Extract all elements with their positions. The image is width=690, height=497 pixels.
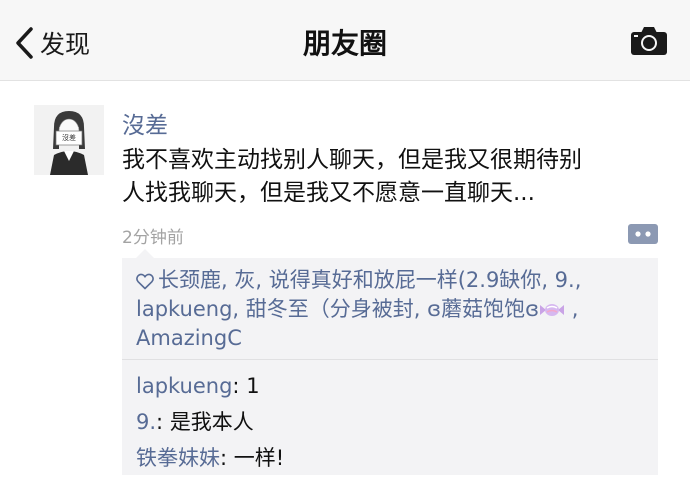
page-title: 朋友圈 <box>302 27 387 60</box>
comment-author[interactable]: lapkueng <box>136 374 232 398</box>
like-separator: , <box>413 297 428 321</box>
comment-text: 1 <box>246 374 260 398</box>
comment-author[interactable]: 铁拳妹妹 <box>136 446 220 470</box>
interaction-box: 长颈鹿, 灰, 说得真好和放屁一样(2.9缺你, 9., lapkueng, 甜… <box>122 249 658 476</box>
like-user[interactable]: 灰 <box>234 268 255 292</box>
avatar-sign-text: 沒差 <box>62 134 76 142</box>
post-text-line: 我不喜欢主动找别人聊天，但是我又很期待别 <box>122 147 582 173</box>
like-user[interactable]: ɞ蘑菇饱饱ɞ <box>427 297 539 321</box>
navigation-bar: 发现 朋友圈 <box>0 0 690 81</box>
like-separator: , <box>221 268 235 292</box>
comment-item[interactable]: lapkueng: 1 <box>136 368 651 404</box>
divider <box>122 359 658 360</box>
like-separator: , <box>565 297 579 321</box>
like-user[interactable]: AmazingC <box>136 326 242 350</box>
comment-item[interactable]: 铁拳妹妹: 一样! <box>136 440 651 476</box>
likes-line: 长颈鹿, 灰, 说得真好和放屁一样(2.9缺你, 9., <box>136 266 651 295</box>
likes-line: AmazingC <box>136 324 651 353</box>
comment-separator: : <box>232 374 247 398</box>
comment-separator: : <box>156 410 170 434</box>
comment-item[interactable]: 9.: 是我本人 <box>136 404 651 440</box>
camera-button[interactable] <box>630 26 668 60</box>
post-text-line: 人找我聊天，但是我又不愿意一直聊天... <box>122 180 535 206</box>
box-caret <box>136 249 154 258</box>
like-user[interactable]: 甜冬至（分身被封 <box>246 297 414 321</box>
like-separator: , <box>255 268 269 292</box>
comment-text: 是我本人 <box>169 410 254 434</box>
candy-emoji-icon <box>540 304 565 316</box>
like-user[interactable]: lapkueng <box>136 297 232 321</box>
comment-author[interactable]: 9. <box>136 410 156 434</box>
comment-more-button[interactable] <box>628 224 658 248</box>
comment-text: 一样! <box>233 446 285 470</box>
post-author-name[interactable]: 沒差 <box>122 106 168 140</box>
camera-icon <box>631 27 667 55</box>
comment-separator: : <box>220 446 234 470</box>
like-separator: , <box>541 268 555 292</box>
likes-section: 长颈鹿, 灰, 说得真好和放屁一样(2.9缺你, 9., lapkueng, 甜… <box>136 266 651 353</box>
likes-line: lapkueng, 甜冬至（分身被封, ɞ蘑菇饱饱ɞ , <box>136 295 651 324</box>
post-time: 2分钟前 <box>122 228 184 248</box>
comments-section: lapkueng: 1 9.: 是我本人 铁拳妹妹: 一样! <box>136 368 651 476</box>
like-user[interactable]: 说得真好和放屁一样(2.9缺你 <box>269 268 542 292</box>
like-separator: , <box>232 297 246 321</box>
heart-outline-icon <box>136 273 154 290</box>
like-user[interactable]: 长颈鹿 <box>158 268 221 292</box>
like-separator: , <box>574 268 582 292</box>
comment-more-icon <box>628 224 658 244</box>
like-user[interactable]: 9. <box>555 268 575 292</box>
avatar[interactable]: 沒差 <box>34 105 104 175</box>
post-content: 我不喜欢主动找别人聊天，但是我又很期待别 人找我聊天，但是我又不愿意一直聊天..… <box>122 144 667 210</box>
